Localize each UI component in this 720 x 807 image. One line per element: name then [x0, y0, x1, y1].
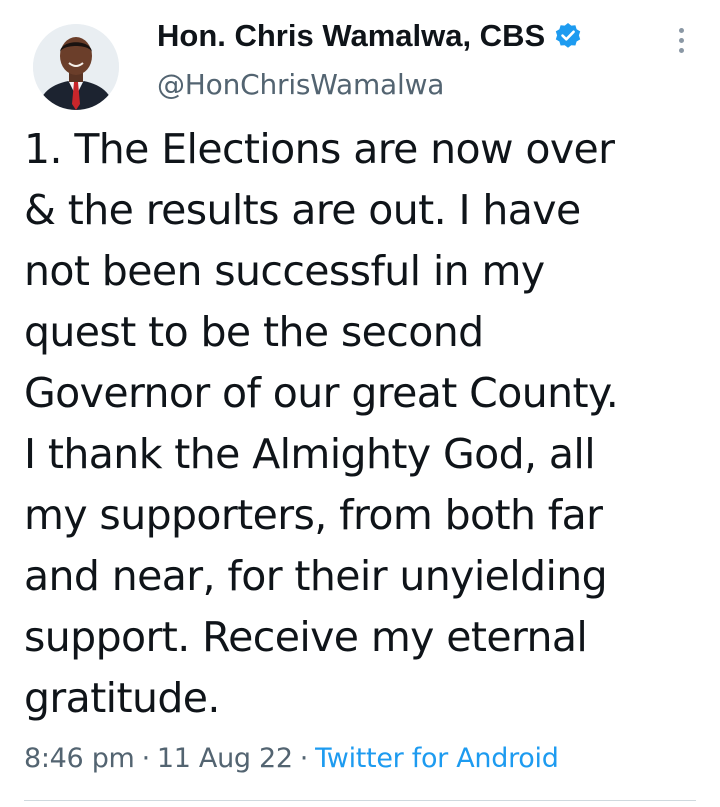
tweet-line: 1. The Elections are now over	[24, 125, 615, 173]
tweet-card: Hon. Chris Wamalwa, CBS @HonChrisWamalwa…	[0, 0, 720, 807]
tweet-text: 1. The Elections are now over & the resu…	[24, 119, 704, 729]
tweet-source-link[interactable]: Twitter for Android	[315, 743, 559, 774]
author-name-row: Hon. Chris Wamalwa, CBS	[157, 14, 582, 58]
author-name[interactable]: Hon. Chris Wamalwa, CBS	[157, 18, 545, 54]
meta-separator: ·	[141, 742, 151, 774]
tweet-line: I thank the Almighty God, all	[24, 430, 596, 478]
tweet-meta: 8:46 pm · 11 Aug 22 · Twitter for Androi…	[24, 738, 559, 778]
tweet-line: support. Receive my eternal	[24, 613, 588, 661]
tweet-date[interactable]: 11 Aug 22	[157, 743, 293, 774]
tweet-line: not been successful in my	[24, 247, 545, 295]
tweet-time[interactable]: 8:46 pm	[24, 743, 135, 774]
tweet-line: quest to be the second	[24, 308, 484, 356]
more-vertical-icon	[678, 27, 684, 33]
tweet-line: Governor of our great County.	[24, 369, 619, 417]
meta-separator: ·	[299, 742, 309, 774]
divider	[24, 800, 696, 801]
tweet-line: and near, for their unyielding	[24, 552, 608, 600]
author-avatar[interactable]	[33, 24, 119, 110]
more-vertical-icon-dot-3	[678, 47, 684, 53]
profile-photo-icon	[33, 24, 119, 110]
more-options-button[interactable]	[664, 20, 698, 60]
tweet-line: gratitude.	[24, 674, 220, 722]
more-vertical-icon-dot-2	[678, 37, 684, 43]
tweet-line: & the results are out. I have	[24, 186, 581, 234]
verified-badge-icon	[554, 22, 582, 50]
tweet-line: my supporters, from both far	[24, 491, 603, 539]
author-handle[interactable]: @HonChrisWamalwa	[157, 68, 444, 101]
